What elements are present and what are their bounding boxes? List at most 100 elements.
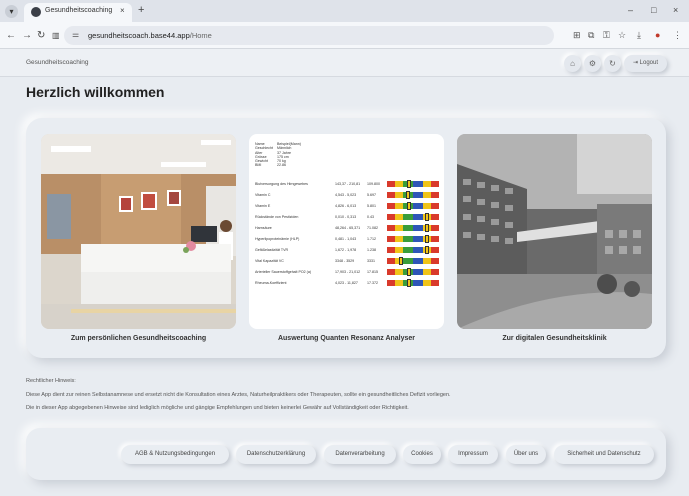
report-bar-segment	[423, 192, 432, 198]
report-bar-segment	[431, 214, 439, 220]
report-item-range: 143,37 - 210,81	[335, 182, 361, 186]
reception-photo	[41, 134, 236, 329]
report-bar-segment	[413, 192, 424, 198]
back-icon[interactable]: ←	[6, 30, 16, 41]
report-bar-segment	[423, 258, 432, 264]
browser-tab[interactable]: Gesundheitscoaching ×	[24, 3, 132, 22]
report-level-marker	[399, 257, 403, 265]
bookmark-star-icon[interactable]: ☆	[618, 30, 626, 41]
report-row: Rückstände von Pestiziden 0,010 - 0,313 0.…	[255, 213, 440, 221]
agb-link[interactable]: AGB & Nutzungsbedingungen	[121, 445, 229, 464]
report-meta-line: BMI 22.86	[255, 163, 301, 167]
report-row: Vital Kapazität VC 3348 - 3529 3331	[255, 257, 440, 265]
report-item-range: 0,481 - 1,043	[335, 237, 357, 241]
maximize-icon[interactable]: □	[651, 5, 656, 15]
report-bar-segment	[431, 247, 439, 253]
reload-icon[interactable]: ↻	[37, 30, 45, 41]
report-item-name: Rückstände von Pestiziden	[255, 215, 299, 219]
extension-icon[interactable]: ●	[655, 30, 660, 41]
report-bar-segment	[431, 269, 439, 275]
report-item-value: 0.43	[367, 215, 374, 219]
privacy-policy-link[interactable]: Datenschutzerklärung	[236, 445, 316, 464]
report-bar-segment	[387, 214, 395, 220]
report-item-name: Blutversorgung des Hirngewebes	[255, 182, 308, 186]
report-bar-segment	[387, 181, 395, 187]
report-bar-segment	[387, 247, 395, 253]
tile-caption-coaching[interactable]: Zum persönlichen Gesundheitscoaching	[41, 335, 236, 342]
tab-title: Gesundheitscoaching	[45, 7, 113, 14]
browser-tab-strip: ▾ Gesundheitscoaching × + – □ ×	[0, 0, 689, 22]
app-header: Gesundheitscoaching ⌂ ⚙ ↻ ⇥ Logout	[0, 49, 689, 77]
report-row: Arterieller Sauerstoffgehalt PO2 (a) 17,9…	[255, 268, 440, 276]
legal-text-2: Die in dieser App abgegebenen Hinweise s…	[26, 405, 409, 411]
report-bar-segment	[413, 258, 424, 264]
report-row: Vitamin E 4,826 - 6,013 5.801	[255, 202, 440, 210]
report-bar-segment	[402, 225, 413, 231]
download-icon[interactable]: ⤓	[637, 30, 641, 41]
address-bar[interactable]: ⚌ gesundheitscoach.base44.app/Home	[64, 26, 554, 45]
translate-icon[interactable]: ⊞	[573, 30, 581, 41]
report-bar-segment	[394, 214, 403, 220]
report-bar-segment	[423, 280, 432, 286]
new-tab-icon[interactable]: +	[138, 4, 144, 16]
report-bar-segment	[387, 269, 395, 275]
report-item-range: 48,264 - 65,371	[335, 226, 361, 230]
report-item-value: 71.082	[367, 226, 378, 230]
report-row: Blutversorgung des Hirngewebes 143,37 - 2…	[255, 180, 440, 188]
report-bar-segment	[394, 181, 403, 187]
report-item-value: 1.712	[367, 237, 376, 241]
report-level-bar	[387, 268, 439, 276]
analyser-report-tile[interactable]: Name Beispiel(Mann) Geschlecht Männlich Alte…	[249, 134, 444, 329]
report-bar-segment	[431, 203, 439, 209]
imprint-link[interactable]: Impressum	[448, 445, 498, 464]
report-item-range: 4,023 - 11,827	[335, 281, 358, 285]
footer: AGB & Nutzungsbedingungen Datenschutzerk…	[26, 428, 666, 480]
report-bar-segment	[402, 214, 413, 220]
report-item-value: 17.815	[367, 270, 378, 274]
install-icon[interactable]: ⧉	[588, 30, 594, 41]
url-text[interactable]: gesundheitscoach.base44.app/Home	[88, 31, 212, 40]
close-window-icon[interactable]: ×	[673, 5, 678, 15]
report-level-bar	[387, 180, 439, 188]
cookies-link[interactable]: Cookies	[403, 445, 441, 464]
report-bar-segment	[423, 203, 432, 209]
settings-icon[interactable]: ⚙	[584, 55, 601, 72]
brand-name: Gesundheitscoaching	[26, 59, 89, 66]
report-item-name: Harnsäure	[255, 226, 272, 230]
menu-icon[interactable]: ⋮	[673, 30, 682, 41]
report-level-marker	[425, 235, 430, 243]
security-link[interactable]: Sicherheit und Datenschutz	[554, 445, 654, 464]
report-level-bar	[387, 191, 439, 199]
key-icon[interactable]: ⚿	[603, 30, 610, 41]
site-info-icon[interactable]: ⚌	[72, 30, 79, 39]
report-item-name: Vital Kapazität VC	[255, 259, 284, 263]
coaching-tile-image[interactable]	[41, 134, 236, 329]
report-bar-segment	[387, 258, 395, 264]
report-bar-segment	[394, 192, 403, 198]
tile-caption-analyser[interactable]: Auswertung Quanten Resonanz Analyser	[249, 335, 444, 342]
forward-icon[interactable]: →	[22, 30, 32, 41]
tab-menu-icon[interactable]: ▾	[5, 5, 18, 18]
about-link[interactable]: Über uns	[506, 445, 546, 464]
report-item-value: 5.801	[367, 204, 376, 208]
report-level-bar	[387, 224, 439, 232]
report-bar-segment	[431, 258, 439, 264]
favicon-icon	[31, 7, 41, 17]
report-level-marker	[407, 279, 412, 287]
report-item-value: 17.372	[367, 281, 378, 285]
refresh-icon[interactable]: ↻	[604, 55, 621, 72]
tab-search-icon[interactable]: ▥	[52, 30, 60, 41]
clinic-tile-image[interactable]	[457, 134, 652, 329]
report-level-marker	[425, 224, 430, 232]
tab-close-icon[interactable]: ×	[120, 6, 125, 15]
report-bar-segment	[423, 181, 432, 187]
tile-caption-clinic[interactable]: Zur digitalen Gesundheitsklinik	[457, 335, 652, 342]
logout-button[interactable]: ⇥ Logout	[624, 55, 667, 72]
home-icon[interactable]: ⌂	[564, 55, 581, 72]
logout-icon: ⇥	[632, 60, 638, 66]
report-level-bar	[387, 235, 439, 243]
data-processing-link[interactable]: Datenverarbeitung	[324, 445, 396, 464]
minimize-icon[interactable]: –	[628, 5, 633, 15]
browser-toolbar: ← → ↻ ▥ ⚌ gesundheitscoach.base44.app/Ho…	[0, 22, 689, 49]
report-level-bar	[387, 279, 439, 287]
